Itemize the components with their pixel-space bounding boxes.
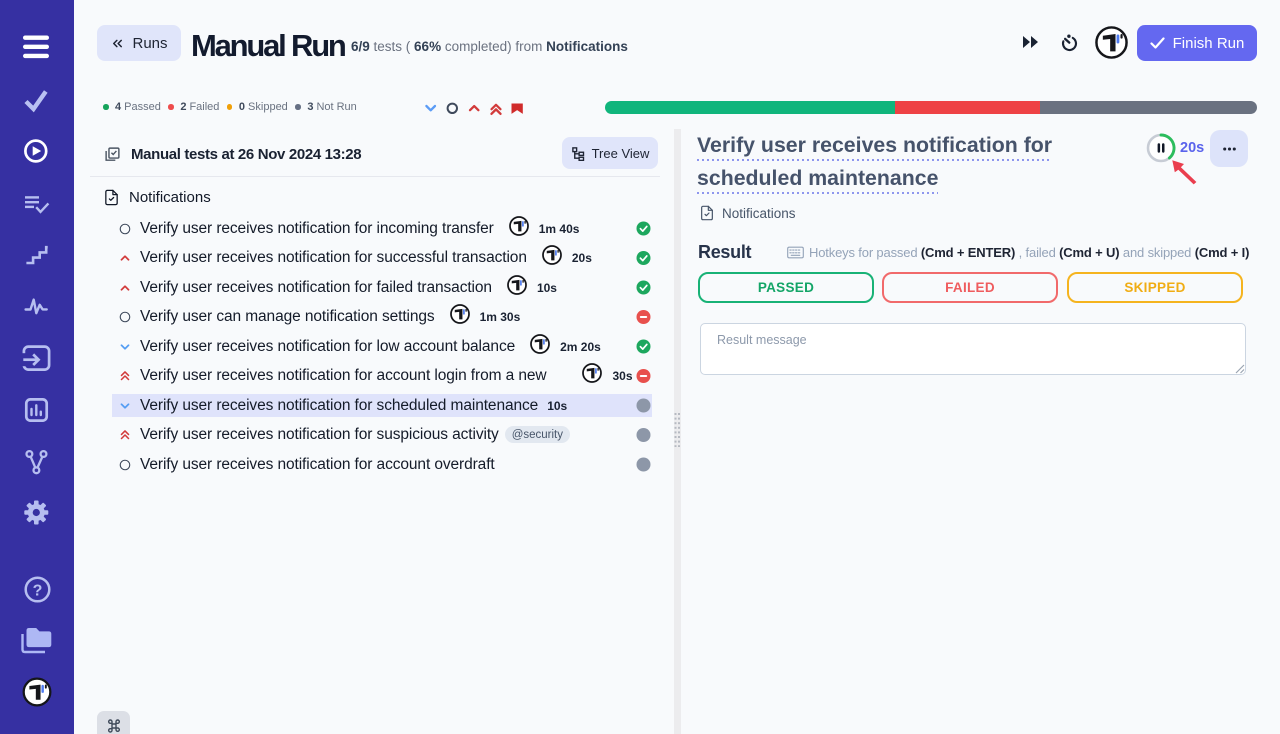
svg-text:?: ? (33, 583, 43, 600)
